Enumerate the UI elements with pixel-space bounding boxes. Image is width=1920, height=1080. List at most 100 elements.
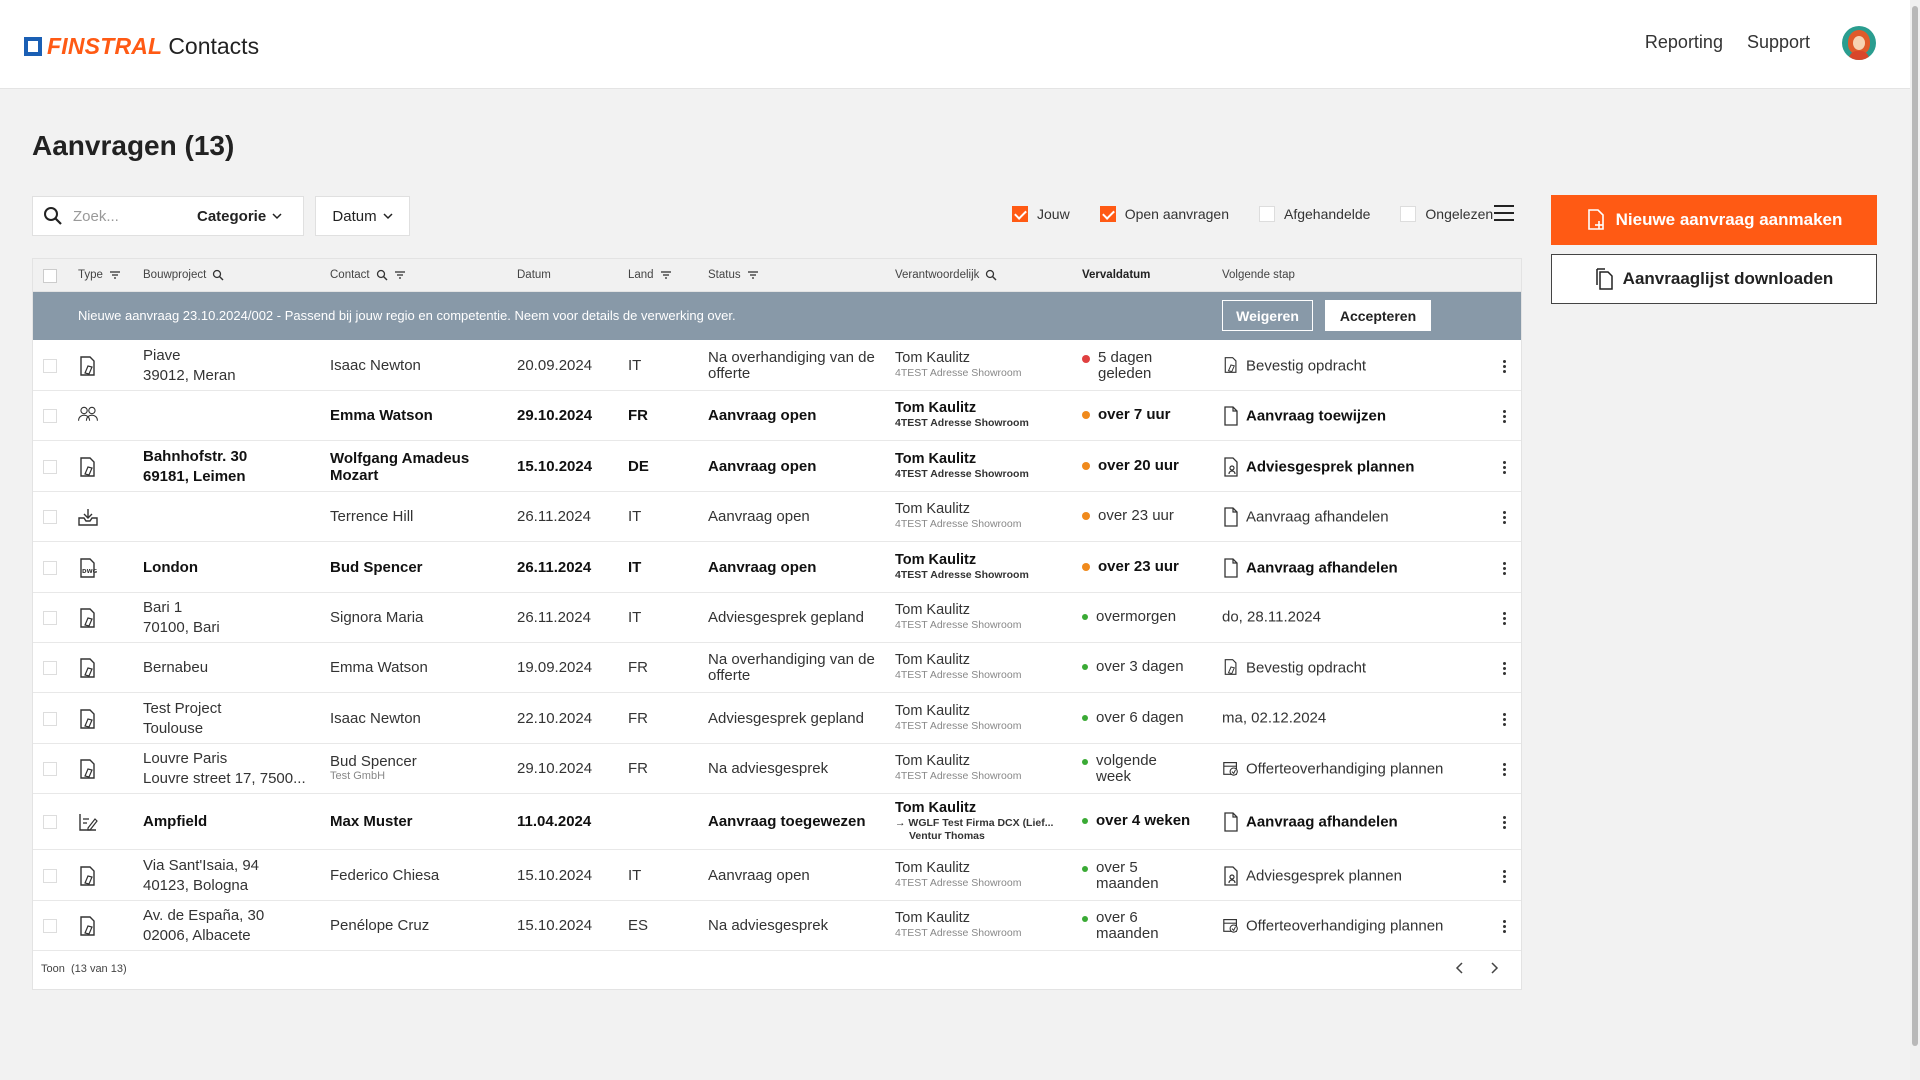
row-menu-icon[interactable]: [1503, 511, 1507, 526]
download-list-button[interactable]: Aanvraaglijst downloaden: [1551, 254, 1877, 304]
col-land[interactable]: Land: [628, 269, 672, 281]
row-checkbox[interactable]: [43, 560, 57, 575]
table-row[interactable]: Ampfield Max Muster 11.04.2024 Aanvraag toe…: [33, 794, 1521, 850]
table-row[interactable]: Bahnhofstr. 30 69181, Leimen Wolfgang Amad…: [33, 441, 1521, 492]
search-icon[interactable]: [212, 269, 224, 281]
table-row[interactable]: Bari 1 70100, Bari Signora Maria 26.11.2024…: [33, 593, 1521, 643]
page-scrollbar[interactable]: [1910, 0, 1920, 1080]
row-checkbox[interactable]: [43, 762, 57, 776]
next-step-cell[interactable]: Aanvraag afhandelen: [1222, 507, 1389, 527]
table-row[interactable]: Emma Watson 29.10.2024 FR Aanvraag open Tom …: [33, 391, 1521, 441]
row-menu-icon[interactable]: [1503, 763, 1507, 778]
row-menu-icon[interactable]: [1503, 816, 1507, 831]
responsible-location: → WGLF Test Firma DCX (Lief...: [895, 817, 1054, 829]
new-request-button[interactable]: Nieuwe aanvraag aanmaken: [1551, 195, 1877, 245]
row-menu-icon[interactable]: [1503, 662, 1507, 677]
category-dropdown[interactable]: Categorie: [197, 208, 282, 225]
next-step-cell[interactable]: Offerteoverhandiging plannen: [1222, 916, 1443, 936]
reject-button[interactable]: Weigeren: [1222, 300, 1313, 331]
row-checkbox[interactable]: [43, 459, 57, 474]
col-verantwoordelijk[interactable]: Verantwoordelijk: [895, 269, 997, 281]
next-step-cell[interactable]: Adviesgesprek plannen: [1222, 865, 1402, 886]
nav-reporting[interactable]: Reporting: [1645, 32, 1723, 53]
contact-cell: Federico Chiesa: [330, 867, 500, 884]
nav-support[interactable]: Support: [1747, 32, 1810, 53]
search-input[interactable]: [73, 207, 193, 225]
checkbox-open-aanvragen[interactable]: Open aanvragen: [1099, 206, 1229, 222]
next-step-cell[interactable]: Aanvraag afhandelen: [1222, 557, 1398, 578]
finstral-logo[interactable]: FINSTRAL Contacts: [24, 33, 259, 60]
table-row[interactable]: DWG London Bud Spencer 26.11.2024 IT Aanvraag…: [33, 542, 1521, 593]
search-icon[interactable]: [376, 269, 388, 281]
next-step-cell[interactable]: Bevestig opdracht: [1222, 356, 1366, 376]
due-text: over 23 uur: [1098, 507, 1174, 524]
checkbox-checked[interactable]: [1099, 206, 1116, 222]
row-checkbox[interactable]: [43, 661, 57, 675]
row-menu-icon[interactable]: [1503, 869, 1507, 885]
table-row[interactable]: Piave 39012, Meran Isaac Newton 20.09.2024 I…: [33, 340, 1521, 391]
filter-icon[interactable]: [394, 269, 406, 281]
documents-icon: [1595, 268, 1613, 290]
date-cell: 15.10.2024: [517, 866, 593, 884]
chevron-left-icon[interactable]: [1453, 961, 1467, 975]
checkbox-jouw[interactable]: Jouw: [1012, 206, 1070, 222]
row-checkbox[interactable]: [43, 358, 57, 373]
row-checkbox[interactable]: [43, 868, 57, 883]
row-menu-icon[interactable]: [1503, 410, 1507, 425]
accept-button[interactable]: Accepteren: [1325, 300, 1431, 331]
user-avatar[interactable]: [1842, 26, 1876, 60]
row-menu-icon[interactable]: [1503, 920, 1507, 935]
next-step-cell[interactable]: Aanvraag toewijzen: [1222, 406, 1386, 426]
row-menu-icon[interactable]: [1503, 712, 1507, 728]
col-datum[interactable]: Datum: [517, 269, 551, 281]
search-icon[interactable]: [985, 269, 997, 281]
row-checkbox[interactable]: [43, 611, 57, 625]
scrollbar-thumb[interactable]: [1912, 6, 1918, 1046]
project-cell: London: [143, 558, 318, 578]
contact-name: Bud Spencer: [330, 753, 417, 770]
date-dropdown[interactable]: Datum: [315, 196, 410, 236]
row-checkbox[interactable]: [43, 711, 57, 726]
checkbox-ongelezen[interactable]: Ongelezen: [1400, 206, 1493, 222]
next-step-cell[interactable]: Offerteoverhandiging plannen: [1222, 759, 1443, 779]
col-contact[interactable]: Contact: [330, 269, 406, 281]
row-checkbox[interactable]: [43, 919, 57, 933]
date-cell: 26.11.2024: [517, 508, 591, 525]
row-menu-icon[interactable]: [1503, 359, 1507, 375]
col-volgende-stap[interactable]: Volgende stap: [1222, 269, 1295, 281]
table-row[interactable]: Via Sant'Isaia, 94 40123, Bologna Federico…: [33, 850, 1521, 901]
col-bouwproject[interactable]: Bouwproject: [143, 269, 224, 281]
next-step-cell[interactable]: Adviesgesprek plannen: [1222, 456, 1414, 477]
col-vervaldatum[interactable]: Vervaldatum: [1082, 269, 1150, 281]
hamburger-menu-icon[interactable]: [1494, 205, 1514, 223]
responsible-location: 4TEST Adresse Showroom: [895, 876, 1022, 889]
next-step-cell[interactable]: Aanvraag afhandelen: [1222, 812, 1398, 832]
row-menu-icon[interactable]: [1503, 612, 1507, 627]
col-status[interactable]: Status: [708, 269, 759, 281]
filter-icon[interactable]: [109, 269, 121, 281]
table-row[interactable]: Louvre Paris Louvre street 17, 7500... Bud…: [33, 744, 1521, 794]
table-row[interactable]: Test Project Toulouse Isaac Newton 22.10.20…: [33, 693, 1521, 744]
checkbox-afgehandelde[interactable]: Afgehandelde: [1259, 206, 1370, 222]
checkbox-checked[interactable]: [1012, 206, 1028, 222]
row-menu-icon[interactable]: [1503, 561, 1507, 577]
table-row[interactable]: Bernabeu Emma Watson 19.09.2024 FR Na overha…: [33, 643, 1521, 693]
row-checkbox[interactable]: [43, 409, 57, 423]
select-all-checkbox[interactable]: [43, 269, 57, 283]
col-label: Type: [78, 269, 103, 281]
table-row[interactable]: Av. de España, 30 02006, Albacete Penélope…: [33, 901, 1521, 951]
table-row[interactable]: Terrence Hill 26.11.2024 IT Aanvraag open To…: [33, 492, 1521, 542]
chevron-right-icon[interactable]: [1487, 961, 1501, 975]
contact-name: Bud Spencer: [330, 558, 423, 576]
checkbox-unchecked[interactable]: [1400, 206, 1417, 222]
next-step-cell[interactable]: Bevestig opdracht: [1222, 658, 1366, 678]
checkbox-unchecked[interactable]: [1259, 206, 1275, 222]
col-type[interactable]: Type: [78, 269, 121, 281]
status-cell: Na adviesgesprek: [708, 917, 829, 934]
filter-icon[interactable]: [747, 269, 759, 281]
row-checkbox[interactable]: [43, 510, 57, 524]
row-menu-icon[interactable]: [1503, 460, 1507, 476]
project-line: Louvre street 17, 7500...: [143, 770, 306, 787]
filter-icon[interactable]: [660, 269, 672, 281]
row-checkbox[interactable]: [43, 815, 57, 829]
